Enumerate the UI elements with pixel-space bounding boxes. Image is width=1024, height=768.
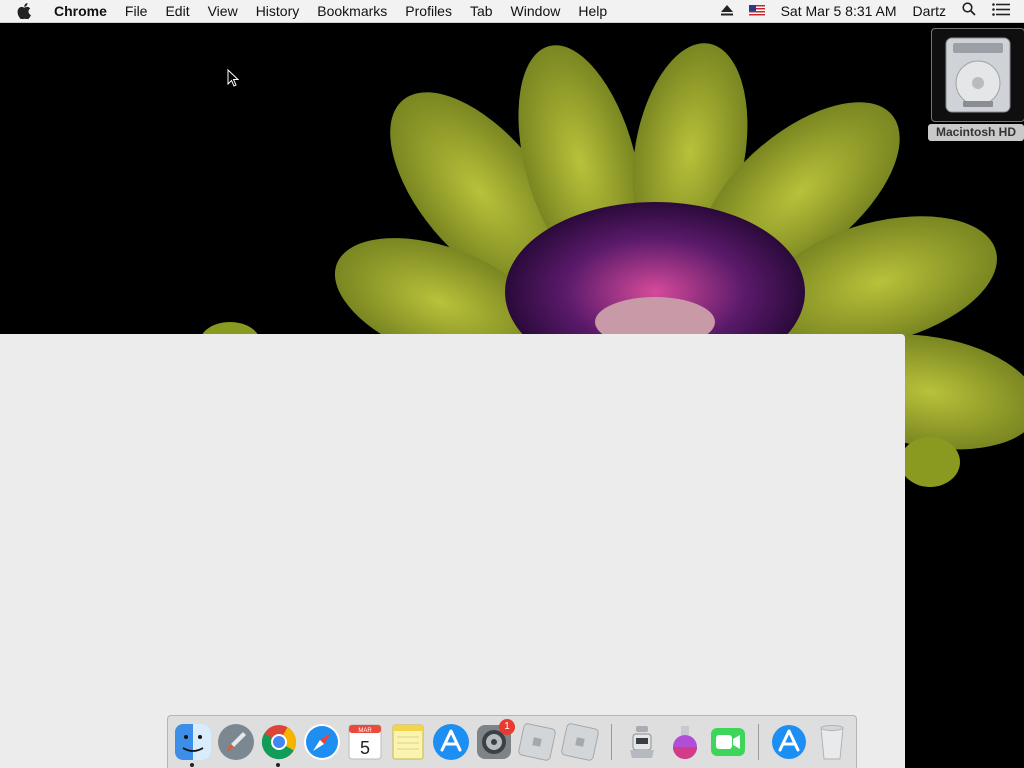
menu-profiles[interactable]: Profiles xyxy=(396,0,461,22)
status-area: Sat Mar 5 8:31 AM Dartz xyxy=(713,0,1024,22)
facetime-icon[interactable] xyxy=(708,722,748,762)
notification-badge: 1 xyxy=(499,719,515,735)
running-indicator xyxy=(276,763,280,767)
chrome-icon[interactable] xyxy=(259,722,299,762)
launchpad-icon[interactable] xyxy=(216,722,256,762)
app-store-icon[interactable] xyxy=(431,722,471,762)
clock[interactable]: Sat Mar 5 8:31 AM xyxy=(773,0,905,22)
dock-separator xyxy=(611,724,612,760)
notification-center-icon[interactable] xyxy=(984,0,1024,22)
running-indicator xyxy=(190,763,194,767)
dock: MAR 5 1 xyxy=(167,715,857,768)
app-store-downloads-icon[interactable] xyxy=(769,722,809,762)
dock-separator xyxy=(758,724,759,760)
menu-bar: Chrome File Edit View History Bookmarks … xyxy=(0,0,1024,23)
macintosh-hd-label[interactable]: Macintosh HD xyxy=(928,124,1024,141)
menu-file[interactable]: File xyxy=(116,0,157,22)
safari-icon[interactable] xyxy=(302,722,342,762)
notes-icon[interactable] xyxy=(388,722,428,762)
chrome-window[interactable] xyxy=(0,334,905,768)
potion-icon[interactable] xyxy=(665,722,705,762)
roblox-studio-icon[interactable] xyxy=(560,722,600,762)
apple-icon[interactable] xyxy=(17,3,39,19)
calendar-day: 5 xyxy=(360,738,370,758)
menu-app-name[interactable]: Chrome xyxy=(52,0,116,22)
trash-icon[interactable] xyxy=(812,722,852,762)
finder-icon[interactable] xyxy=(173,722,213,762)
macintosh-hd-icon[interactable] xyxy=(931,28,1024,122)
menu-help[interactable]: Help xyxy=(569,0,616,22)
spotlight-icon[interactable] xyxy=(954,0,984,22)
calendar-icon[interactable]: MAR 5 xyxy=(345,722,385,762)
menu-window[interactable]: Window xyxy=(502,0,570,22)
menu-edit[interactable]: Edit xyxy=(156,0,198,22)
calendar-month: MAR xyxy=(358,728,372,734)
menu-view[interactable]: View xyxy=(199,0,247,22)
user-name[interactable]: Dartz xyxy=(905,0,954,22)
menu-tab[interactable]: Tab xyxy=(461,0,502,22)
roblox-icon[interactable] xyxy=(517,722,557,762)
menu-bookmarks[interactable]: Bookmarks xyxy=(308,0,396,22)
mouse-cursor-icon xyxy=(227,69,239,87)
automator-icon[interactable] xyxy=(622,722,662,762)
us-flag-icon[interactable] xyxy=(741,0,773,22)
eject-icon[interactable] xyxy=(713,0,741,22)
menu-history[interactable]: History xyxy=(247,0,309,22)
